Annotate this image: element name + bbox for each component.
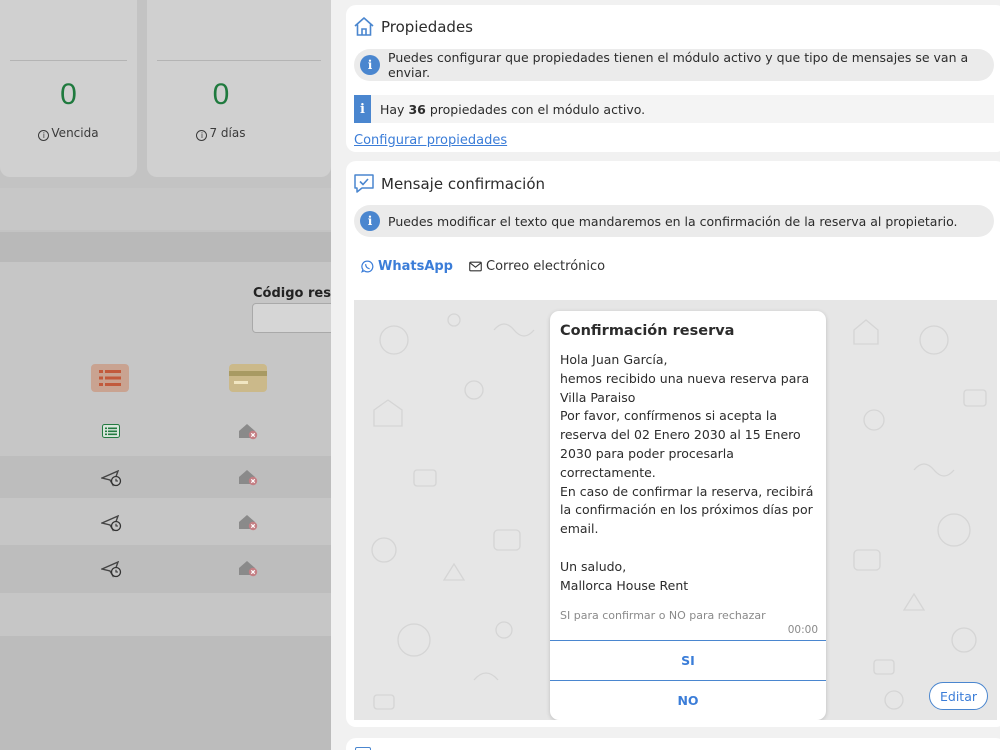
no-button[interactable]: NO: [550, 680, 826, 720]
message-bubble: Confirmación reserva Hola Juan García, h…: [550, 311, 826, 720]
message-time: 00:00: [787, 624, 818, 637]
message-footer: SI para confirmar o NO para rechazar: [560, 609, 766, 623]
stat-value: 0: [212, 78, 230, 111]
info-icon: i: [38, 130, 50, 141]
home-x-icon: [239, 515, 258, 531]
propiedades-card: Propiedades i Puedes configurar que prop…: [346, 5, 1000, 152]
message-body: Hola Juan García, hemos recibido una nue…: [550, 339, 826, 595]
message-line: Un saludo,: [560, 558, 627, 574]
propiedades-title: Propiedades: [353, 16, 473, 37]
whatsapp-preview: Confirmación reserva Hola Juan García, h…: [354, 300, 997, 720]
stat-label: i7 días: [147, 126, 295, 141]
info-icon: i: [360, 55, 380, 75]
mail-icon: [469, 261, 482, 272]
channel-tabs: WhatsApp Correo electrónico: [361, 259, 605, 274]
info-icon: i: [196, 130, 208, 141]
side-panel: Propiedades i Puedes configurar que prop…: [331, 0, 1000, 750]
chat-check-icon: [354, 174, 374, 193]
home-x-icon: [239, 424, 258, 440]
message-line: [560, 539, 816, 558]
mensaje-confirmacion-card: Mensaje confirmación i Puedes modificar …: [346, 161, 1000, 727]
tab-whatsapp[interactable]: WhatsApp: [361, 259, 453, 274]
next-card: [346, 738, 1000, 750]
propiedades-info: i Puedes configurar que propiedades tien…: [354, 49, 994, 81]
propiedades-count: i Hay 36 propiedades con el módulo activ…: [354, 95, 994, 123]
stat-label: i Vencida: [0, 126, 137, 141]
stat-value: 0: [60, 78, 77, 111]
message-line: Mallorca House Rent: [560, 577, 689, 593]
count-value: 36: [408, 101, 426, 117]
mensaje-title: Mensaje confirmación: [353, 173, 545, 194]
message-line: Por favor, confírmenos si acepta la rese…: [560, 408, 801, 480]
send-clock-icon: [101, 470, 122, 487]
house-icon: [354, 17, 374, 36]
stat-card-vencida: 0 i Vencida: [0, 0, 137, 177]
receipt-icon: [102, 424, 120, 438]
send-clock-icon: [101, 515, 122, 532]
whatsapp-icon: [361, 260, 374, 273]
home-x-icon: [239, 470, 258, 486]
editar-button[interactable]: Editar: [929, 682, 989, 710]
codigo-reserva-input[interactable]: [252, 303, 342, 333]
si-button[interactable]: SI: [550, 640, 826, 680]
info-icon: i: [360, 211, 380, 231]
send-clock-icon: [101, 561, 122, 578]
mensaje-info: i Puedes modificar el texto que mandarem…: [354, 205, 994, 237]
info-icon: i: [354, 95, 371, 123]
codigo-reserva-label: Código rese: [253, 286, 340, 301]
card-icon: [229, 364, 267, 392]
message-line: hemos recibido una nueva reserva para Vi…: [560, 370, 810, 405]
tab-correo-electronico[interactable]: Correo electrónico: [469, 259, 605, 274]
message-line: En caso de confirmar la reserva, recibir…: [560, 483, 814, 537]
stat-card-7-dias: 0 i7 días: [147, 0, 331, 177]
home-x-icon: [239, 561, 258, 577]
list-icon: [91, 364, 129, 392]
message-title: Confirmación reserva: [560, 323, 735, 339]
configurar-propiedades-link[interactable]: Configurar propiedades: [354, 133, 507, 148]
message-line: Hola Juan García,: [560, 352, 668, 367]
